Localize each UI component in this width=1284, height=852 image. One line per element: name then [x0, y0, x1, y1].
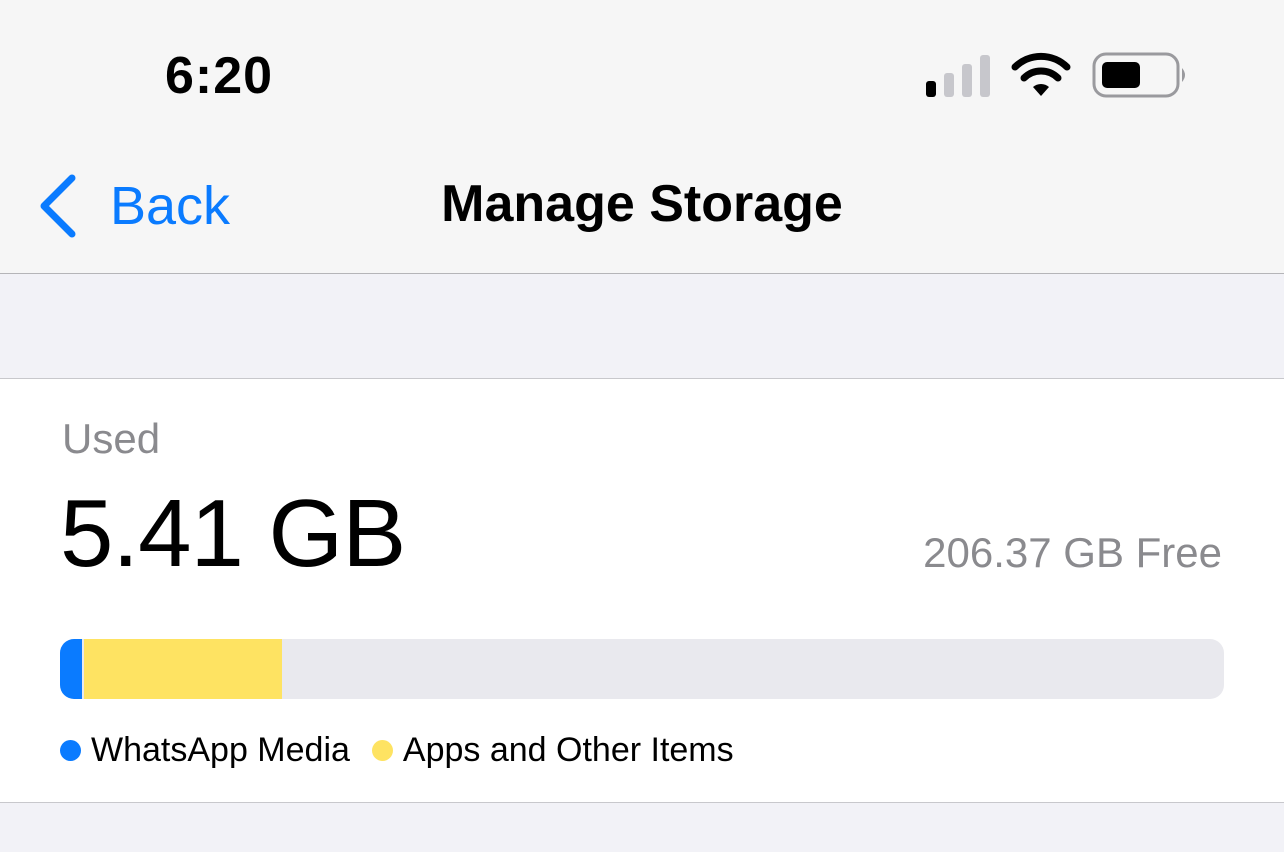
legend-item-apps-and-other: Apps and Other Items: [371, 731, 734, 770]
legend-dot: [60, 740, 81, 761]
status-bar: 6:20: [0, 0, 1284, 150]
storage-bar-segment-apps-and-other: [84, 639, 282, 699]
storage-bar-segment-whatsapp-media: [60, 639, 82, 699]
legend-label: WhatsApp Media: [91, 731, 350, 769]
battery-icon: [1092, 52, 1185, 98]
used-label: Used: [62, 415, 161, 462]
storage-usage-bar: [60, 639, 1224, 699]
cellular-signal-icon: [926, 55, 990, 97]
legend-label: Apps and Other Items: [402, 731, 734, 769]
storage-legend: WhatsApp Media Apps and Other Items: [60, 731, 756, 770]
legend-dot: [371, 740, 393, 761]
storage-summary-card: Used 5.41 GB 206.37 GB Free WhatsApp Med…: [0, 378, 1284, 803]
legend-item-whatsapp-media: WhatsApp Media: [60, 731, 350, 770]
navigation-bar: Back Manage Storage: [0, 150, 1284, 274]
free-value: 206.37 GB Free: [923, 529, 1222, 576]
wifi-icon: [1011, 52, 1071, 96]
status-time: 6:20: [165, 47, 274, 105]
used-value: 5.41 GB: [60, 480, 406, 587]
page-title: Manage Storage: [441, 175, 843, 233]
